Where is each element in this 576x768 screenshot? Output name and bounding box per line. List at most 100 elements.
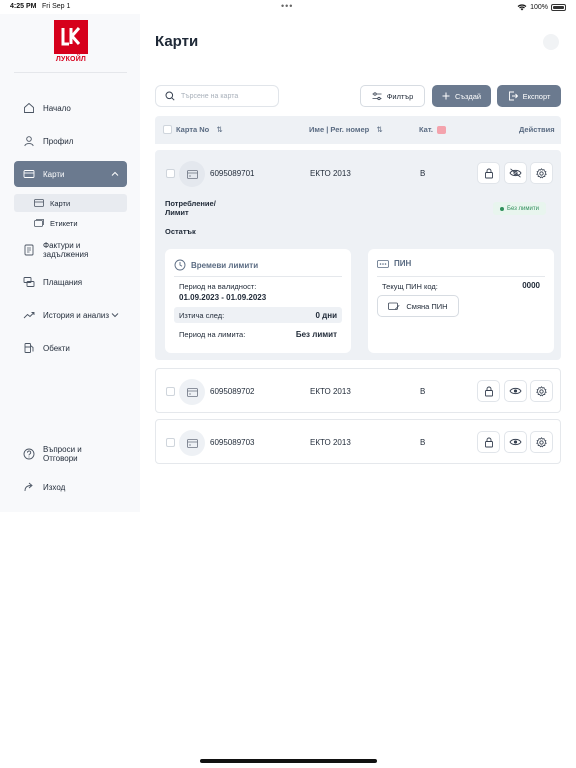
hide-button[interactable] [504,162,527,184]
view-button[interactable] [504,380,527,402]
column-label: Име | Рег. номер [309,125,370,134]
clock-icon [174,259,186,271]
labels-icon [34,219,44,227]
filter-button[interactable]: Филтър [360,85,425,107]
lock-button[interactable] [477,431,500,453]
card-avatar [179,161,205,187]
sidebar-item-objects[interactable]: Обекти [14,335,127,361]
payments-icon [23,277,35,287]
avatar[interactable] [543,34,559,50]
current-pin-value: 0000 [522,281,540,290]
create-button[interactable]: Създай [432,85,491,107]
sidebar-item-label: Въпроси и Отговори [43,445,82,463]
card-icon [186,387,198,397]
column-label: Кат. [419,125,433,134]
card-category: B [420,387,426,396]
chevron-up-icon [111,171,119,176]
change-pin-label: Смяна ПИН [406,301,448,311]
sidebar-item-invoices[interactable]: Фактури и задължения [14,236,127,264]
badge-label: Без лимити [507,205,539,212]
filter-label: Филтър [386,91,414,101]
sidebar-item-label: Карти [43,169,65,179]
sort-icon[interactable]: ⇅ [216,125,222,134]
validity-label: Период на валидност: [179,282,257,291]
period-value: Без лимит [295,330,337,339]
eye-icon [509,438,522,446]
panel-title: Времеви лимити [191,260,259,270]
change-pin-button[interactable]: Смяна ПИН [377,295,459,317]
row-checkbox[interactable] [166,387,175,396]
sidebar-item-label: Обекти [43,343,70,353]
card-category: B [420,169,426,178]
row-checkbox[interactable] [166,438,175,447]
panel-divider [377,276,545,277]
gear-icon [536,167,547,178]
export-button[interactable]: Експорт [497,85,561,107]
lukoil-logo-mark [54,20,88,54]
card-avatar [179,379,205,405]
invoice-icon [24,244,34,256]
search-icon [165,91,175,101]
current-pin-label: Текущ ПИН код: [382,282,438,291]
multitask-dots-icon[interactable]: ••• [281,1,293,11]
sidebar-divider [14,72,127,73]
create-label: Създай [454,91,482,101]
panel-header: Времеви лимити [174,259,258,271]
sidebar-item-label: Изход [43,482,66,492]
settings-button[interactable] [530,162,553,184]
sidebar-item-label: Фактури и задължения [43,241,89,259]
sidebar-item-label: Профил [43,136,74,146]
card-icon [34,199,44,207]
filter-icon [372,91,382,100]
user-icon [24,136,34,147]
view-button[interactable] [504,431,527,453]
period-label: Период на лимита: [179,330,246,339]
pin-dots-icon [377,259,389,268]
search-input[interactable] [181,92,271,100]
card-category: B [420,438,426,447]
column-name[interactable]: Име | Рег. номер ⇅ [309,125,383,134]
table-row[interactable]: 6095089703 ЕКТО 2013 B [155,419,561,464]
settings-button[interactable] [530,431,553,453]
sort-icon[interactable]: ⇅ [376,125,382,134]
sidebar-item-profile[interactable]: Профил [14,128,127,154]
column-label: Карта No [176,125,210,134]
pin-panel: ПИН Текущ ПИН код: 0000 Смяна ПИН [368,249,554,353]
info-badge-icon[interactable] [437,126,447,135]
lock-icon [484,168,493,178]
time-limits-panel: Времеви лимити Период на валидност: 01.0… [165,249,351,353]
table-row[interactable]: 6095089702 ЕКТО 2013 B [155,368,561,413]
sidebar-item-cards[interactable]: Карти [14,161,127,187]
plus-icon [442,92,450,100]
chevron-down-icon [111,313,119,318]
sidebar-subitem-cards[interactable]: Карти [14,194,127,212]
sidebar-subitem-labels[interactable]: Етикети [14,214,127,232]
sidebar-item-payments[interactable]: Плащания [14,269,127,295]
column-card-no[interactable]: Карта No ⇅ [176,125,223,134]
row-checkbox[interactable] [166,169,175,178]
lock-button[interactable] [477,162,500,184]
consumption-label: Потребление/ Лимит [165,199,216,217]
sidebar-item-faq[interactable]: Въпроси и Отговори [14,440,127,468]
search-box[interactable] [155,85,279,107]
status-time: 4:25 PM [10,3,37,10]
home-icon [24,102,34,113]
lukoil-logo[interactable]: ЛУКОЙЛ [53,20,89,66]
status-right: 100% [517,3,566,11]
column-category: Кат. [419,125,447,135]
lock-button[interactable] [477,380,500,402]
settings-button[interactable] [530,380,553,402]
trend-icon [23,312,35,319]
table-row[interactable]: 6095089701 ЕКТО 2013 B Потребление/ Лими… [155,150,561,360]
eye-icon [509,387,522,395]
sidebar-item-history[interactable]: История и анализ [14,302,127,328]
battery-percent: 100% [530,3,548,11]
sidebar-item-label: Начало [43,103,71,113]
sidebar-item-logout[interactable]: Изход [14,474,127,500]
card-name: ЕКТО 2013 [310,387,351,396]
panel-title: ПИН [394,259,412,268]
home-indicator[interactable] [200,759,377,763]
select-all-checkbox[interactable] [163,125,172,134]
sidebar-item-home[interactable]: Начало [14,95,127,121]
fuel-station-icon [24,343,34,353]
